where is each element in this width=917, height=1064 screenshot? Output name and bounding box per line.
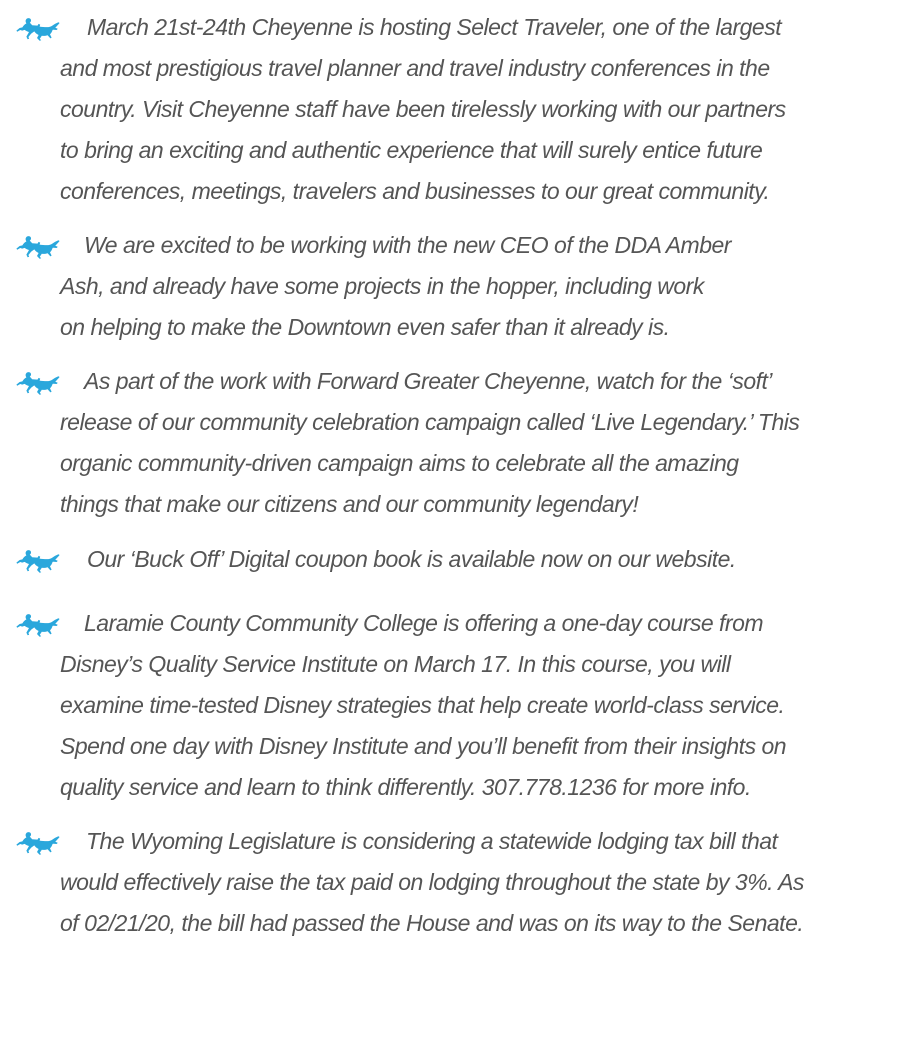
announcement-text-line: conferences, meetings, travelers and bus… xyxy=(60,178,770,204)
announcement-text-line: Laramie County Community College is offe… xyxy=(84,610,764,636)
horse-and-rider-icon xyxy=(16,832,60,855)
announcement-text-line: As part of the work with Forward Greater… xyxy=(84,368,773,394)
horse-and-rider-icon xyxy=(16,236,60,259)
announcement-text-line: release of our community celebration cam… xyxy=(60,409,800,435)
horse-and-rider-icon xyxy=(16,372,60,395)
announcement-text-line: would effectively raise the tax paid on … xyxy=(60,869,804,895)
announcement-text-line: and most prestigious travel planner and … xyxy=(60,55,770,81)
announcement-text-line: examine time-tested Disney strategies th… xyxy=(60,692,785,718)
horse-and-rider-icon xyxy=(16,550,60,573)
announcement-text-line: organic community-driven campaign aims t… xyxy=(60,450,739,476)
announcement-text-line: country. Visit Cheyenne staff have been … xyxy=(60,96,786,122)
announcement-text-line: things that make our citizens and our co… xyxy=(60,491,639,517)
announcement-text-line: Spend one day with Disney Institute and … xyxy=(60,733,787,759)
horse-and-rider-icon xyxy=(16,18,60,41)
announcement-text-line: We are excited to be working with the ne… xyxy=(84,232,731,258)
horse-and-rider-icon xyxy=(16,614,60,637)
announcement-text-line: The Wyoming Legislature is considering a… xyxy=(86,828,778,854)
announcement-text-line: Disney’s Quality Service Institute on Ma… xyxy=(60,651,731,677)
announcement-text-line: of 02/21/20, the bill had passed the Hou… xyxy=(60,910,804,936)
announcement-text-line: March 21st-24th Cheyenne is hosting Sele… xyxy=(87,14,782,40)
announcement-text-line: Ash, and already have some projects in t… xyxy=(60,273,704,299)
announcement-text-line: Our ‘Buck Off’ Digital coupon book is av… xyxy=(87,546,736,572)
announcement-text-line: to bring an exciting and authentic exper… xyxy=(60,137,763,163)
announcement-text-line: quality service and learn to think diffe… xyxy=(60,774,751,800)
announcement-text-line: on helping to make the Downtown even saf… xyxy=(60,314,670,340)
